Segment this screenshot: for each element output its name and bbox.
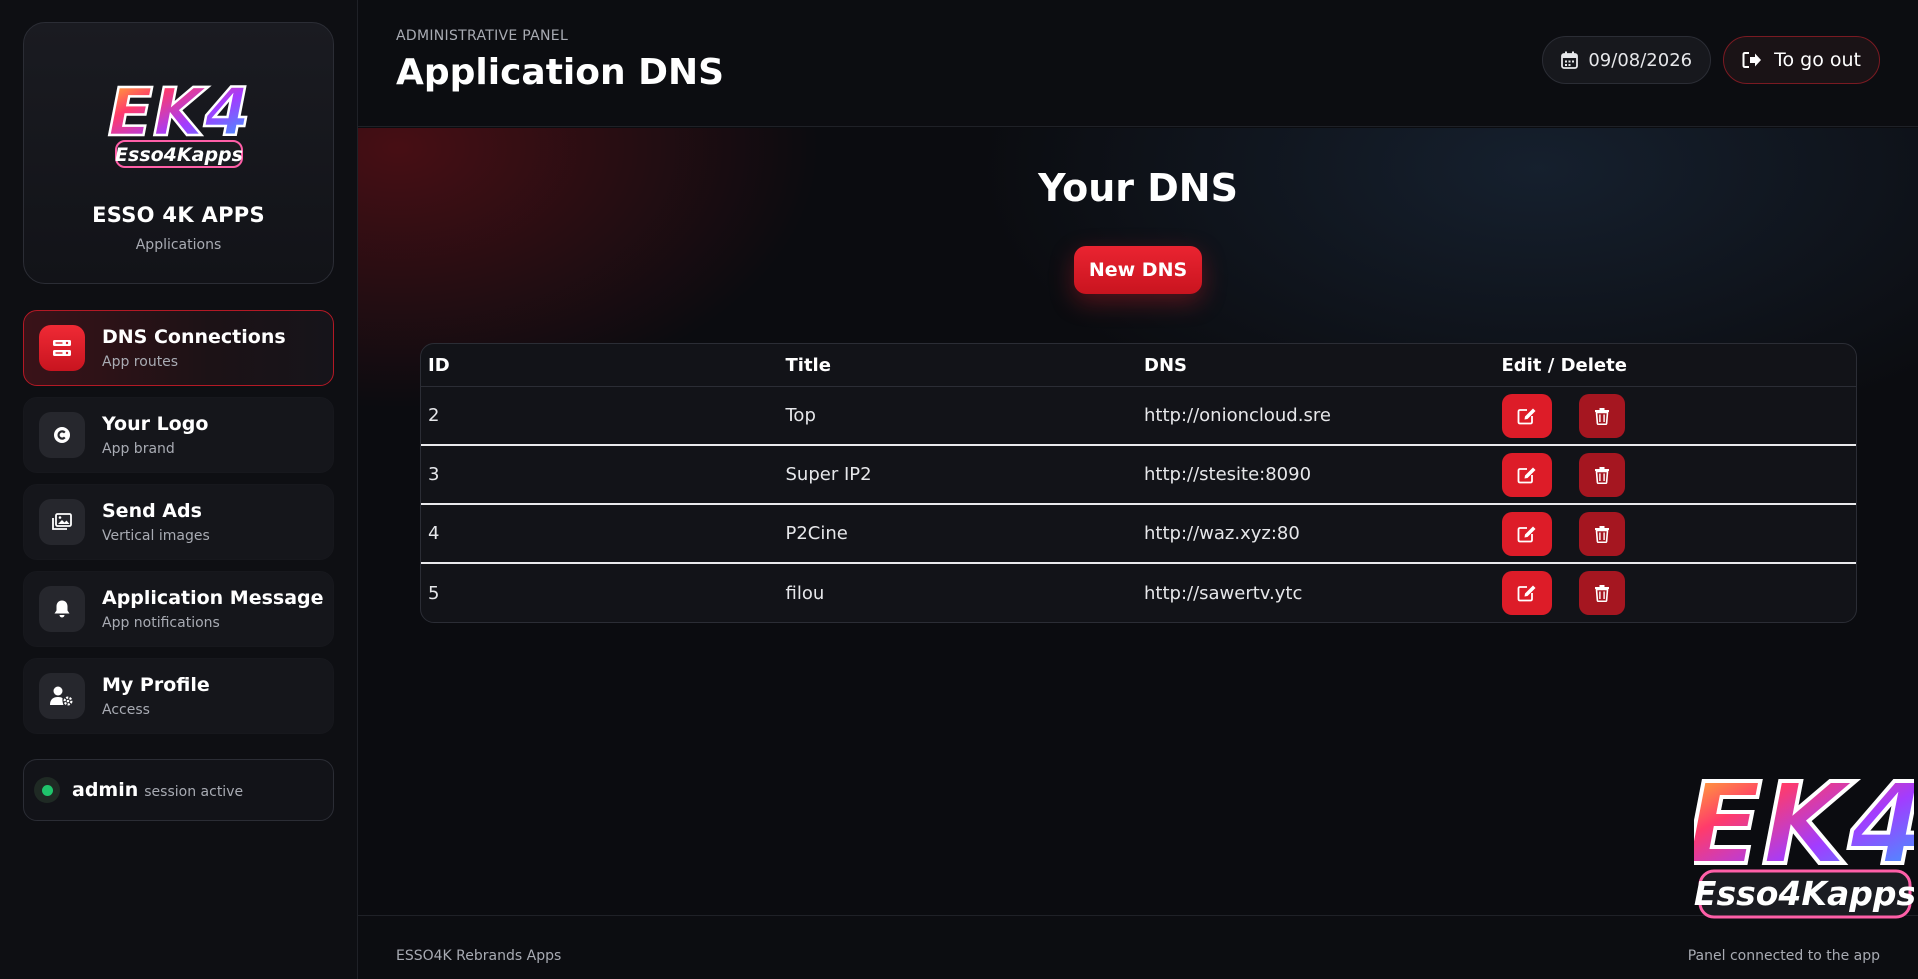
logout-label: To go out [1774, 49, 1861, 71]
row-dns: http://waz.xyz:80 [1144, 523, 1300, 544]
new-dns-button[interactable]: New DNS [1073, 246, 1203, 294]
trash-icon [1594, 525, 1609, 543]
topbar: ADMINISTRATIVE PANEL Application DNS 09/… [358, 0, 1918, 127]
sidebar-item-label: DNS Connections [102, 326, 286, 348]
row-dns: http://stesite:8090 [1144, 464, 1312, 485]
edit-icon [1517, 526, 1535, 542]
sidebar-item-sub: App brand [102, 441, 175, 457]
status-dot-icon [34, 777, 60, 803]
sidebar: EK4 Esso4Kapps ESSO 4K APPS Applications [0, 0, 358, 979]
main-panel: ADMINISTRATIVE PANEL Application DNS 09/… [358, 0, 1918, 979]
corner-logo: EK4 Esso4Kapps [1694, 758, 1914, 919]
row-id: 3 [428, 464, 440, 485]
session-user: admin [72, 779, 139, 801]
table-row: 3 Super IP2 http://stesite:8090 [421, 446, 1856, 505]
edit-icon [1517, 408, 1535, 424]
edit-icon [1517, 585, 1535, 602]
edit-button[interactable] [1501, 511, 1552, 556]
sidebar-item-sub: App notifications [102, 615, 220, 631]
sidebar-item-label: Your Logo [102, 413, 209, 435]
copyright-icon [39, 412, 85, 458]
trash-icon [1594, 466, 1609, 484]
svg-text:Esso4Kapps: Esso4Kapps [1694, 874, 1914, 913]
content-area: Your DNS New DNS ID Title DNS Edit / Del… [358, 128, 1918, 915]
row-title: P2Cine [785, 523, 848, 544]
current-date: 09/08/2026 [1588, 49, 1693, 71]
bell-icon [39, 586, 85, 632]
logout-button[interactable]: To go out [1723, 36, 1880, 84]
dns-table: ID Title DNS Edit / Delete 2 Top http://… [420, 343, 1857, 623]
sign-out-icon [1742, 52, 1762, 68]
sidebar-item-my-profile[interactable]: My Profile Access [23, 658, 334, 734]
row-title: filou [785, 582, 825, 604]
session-indicator: admin session active [23, 759, 334, 821]
sidebar-item-dns-connections[interactable]: DNS Connections App routes [23, 310, 334, 386]
row-title: Super IP2 [785, 464, 872, 485]
sidebar-nav: DNS Connections App routes Your Logo App… [23, 310, 334, 734]
table-row: 4 P2Cine http://waz.xyz:80 [421, 505, 1856, 564]
sidebar-item-send-ads[interactable]: Send Ads Vertical images [23, 484, 334, 560]
svg-text:EK4: EK4 [107, 74, 249, 151]
top-actions: 09/08/2026 To go out [1542, 36, 1880, 84]
delete-button[interactable] [1578, 452, 1625, 497]
table-header: ID Title DNS Edit / Delete [421, 344, 1856, 387]
panel-eyebrow: ADMINISTRATIVE PANEL [396, 28, 569, 44]
footer: ESSO4K Rebrands Apps Panel connected to … [358, 915, 1918, 979]
brand-subtitle: Applications [135, 237, 222, 253]
footer-status: Panel connected to the app [1687, 948, 1880, 964]
brand-title: ESSO 4K APPS [92, 203, 265, 227]
table-row: 5 filou http://sawertv.ytc [421, 564, 1856, 622]
images-icon [39, 499, 85, 545]
edit-button[interactable] [1501, 571, 1552, 615]
edit-icon [1517, 467, 1535, 483]
sidebar-item-label: Application Message [102, 587, 324, 609]
sidebar-item-sub: Vertical images [102, 528, 210, 544]
row-dns: http://onioncloud.sre [1144, 405, 1331, 426]
edit-button[interactable] [1501, 393, 1552, 438]
calendar-icon [1561, 51, 1579, 69]
svg-text:Esso4Kapps: Esso4Kapps [115, 144, 243, 166]
column-header-title: Title [785, 354, 831, 376]
edit-button[interactable] [1501, 452, 1552, 497]
page-title: Application DNS [396, 52, 725, 93]
server-icon [39, 325, 85, 371]
row-id: 4 [428, 523, 440, 544]
sidebar-item-label: Send Ads [102, 500, 202, 522]
column-header-id: ID [428, 354, 450, 376]
delete-button[interactable] [1578, 393, 1625, 438]
user-gear-icon [39, 673, 85, 719]
row-dns: http://sawertv.ytc [1144, 582, 1303, 604]
delete-button[interactable] [1578, 511, 1625, 556]
app-root: EK4 Esso4Kapps ESSO 4K APPS Applications [0, 0, 1918, 979]
footer-brand: ESSO4K Rebrands Apps [396, 948, 562, 964]
sidebar-item-label: My Profile [102, 674, 210, 696]
sidebar-item-your-logo[interactable]: Your Logo App brand [23, 397, 334, 473]
sidebar-item-application-message[interactable]: Application Message App notifications [23, 571, 334, 647]
section-title: Your DNS [1038, 166, 1238, 210]
brand-logo: EK4 Esso4Kapps [106, 73, 251, 168]
sidebar-item-sub: Access [102, 702, 150, 718]
row-title: Top [785, 405, 816, 426]
column-header-actions: Edit / Delete [1501, 354, 1627, 376]
brand-card: EK4 Esso4Kapps ESSO 4K APPS Applications [23, 22, 334, 284]
trash-icon [1594, 585, 1609, 602]
sidebar-item-sub: App routes [102, 354, 179, 370]
delete-button[interactable] [1578, 571, 1625, 615]
row-id: 2 [428, 405, 440, 426]
row-id: 5 [428, 582, 440, 604]
column-header-dns: DNS [1144, 354, 1187, 376]
table-row: 2 Top http://onioncloud.sre [421, 387, 1856, 446]
date-chip: 09/08/2026 [1542, 36, 1712, 84]
session-status: session active [144, 783, 244, 800]
trash-icon [1594, 407, 1609, 425]
